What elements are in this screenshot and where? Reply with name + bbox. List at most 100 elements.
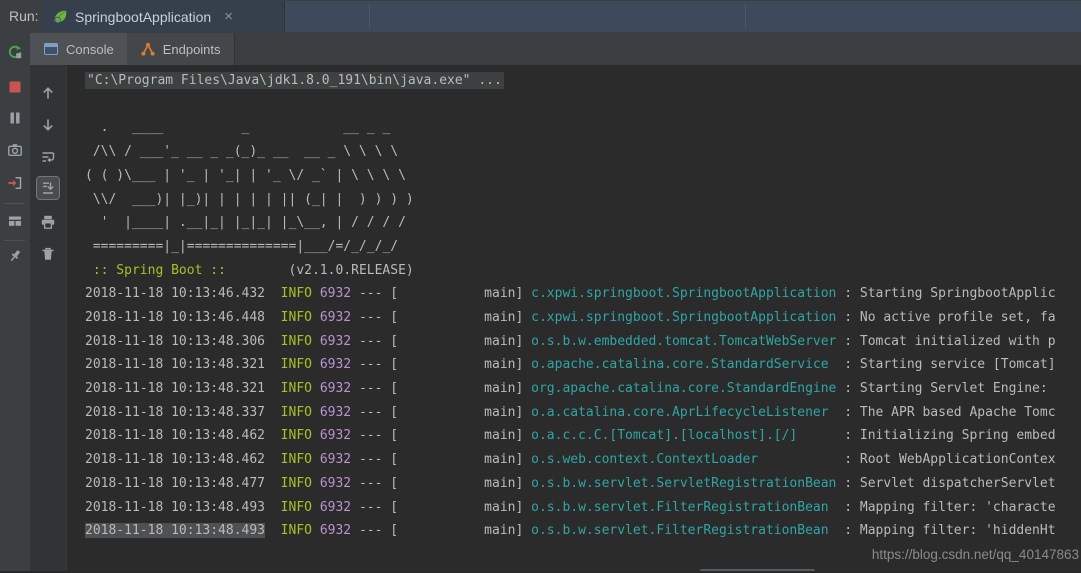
log-pid: 6932 <box>320 500 351 515</box>
log-thread: --- [ main] <box>351 381 531 396</box>
tab-bar-empty-area <box>285 1 1081 32</box>
console-pre: "C:\Program Files\Java\jdk1.8.0_191\bin\… <box>85 69 1081 282</box>
log-message: : Root WebApplicationContex <box>844 452 1055 467</box>
log-line: 2018-11-18 10:13:48.493 INFO 6932 --- [ … <box>85 496 1081 520</box>
view-tabs-bar: Console Endpoints <box>30 33 1081 65</box>
log-logger: o.a.c.c.C.[Tomcat].[localhost].[/] <box>531 428 844 443</box>
log-pid: 6932 <box>320 428 351 443</box>
log-timestamp: 2018-11-18 10:13:48.477 <box>85 476 265 491</box>
spring-banner-art: . ____ _ __ _ _ /\\ / ___'_ __ _ _(_)_ _… <box>85 120 414 254</box>
log-logger: o.s.b.w.servlet.FilterRegistrationBean <box>531 523 844 538</box>
log-line: 2018-11-18 10:13:48.493 INFO 6932 --- [ … <box>85 519 1081 543</box>
log-pid: 6932 <box>320 381 351 396</box>
tab-bar-separator <box>745 4 746 29</box>
log-logger: org.apache.catalina.core.StandardEngine <box>531 381 844 396</box>
log-level: INFO <box>281 405 312 420</box>
log-timestamp: 2018-11-18 10:13:48.462 <box>85 452 265 467</box>
log-level: INFO <box>281 452 312 467</box>
log-message: : Initializing Spring embed <box>844 428 1055 443</box>
console-icon <box>43 41 59 57</box>
log-level: INFO <box>281 428 312 443</box>
log-line: 2018-11-18 10:13:48.462 INFO 6932 --- [ … <box>85 424 1081 448</box>
tab-console-label: Console <box>66 42 114 57</box>
log-message: : Servlet dispatcherServlet <box>844 476 1055 491</box>
log-level: INFO <box>281 357 312 372</box>
pause-icon[interactable] <box>7 110 23 126</box>
log-message: : No active profile set, fa <box>844 310 1055 325</box>
log-line: 2018-11-18 10:13:48.321 INFO 6932 --- [ … <box>85 353 1081 377</box>
log-level: INFO <box>281 310 312 325</box>
log-thread: --- [ main] <box>351 357 531 372</box>
log-pid: 6932 <box>320 523 351 538</box>
log-thread: --- [ main] <box>351 523 531 538</box>
log-level: INFO <box>281 381 312 396</box>
log-level: INFO <box>281 286 312 301</box>
log-logger: o.s.web.context.ContextLoader <box>531 452 844 467</box>
stop-icon[interactable] <box>7 79 23 95</box>
log-message: : Tomcat initialized with p <box>844 334 1055 349</box>
log-pid: 6932 <box>320 334 351 349</box>
log-thread: --- [ main] <box>351 334 531 349</box>
log-pid: 6932 <box>320 452 351 467</box>
log-thread: --- [ main] <box>351 310 531 325</box>
console-output[interactable]: "C:\Program Files\Java\jdk1.8.0_191\bin\… <box>30 65 1081 573</box>
log-pid: 6932 <box>320 286 351 301</box>
log-thread: --- [ main] <box>351 286 531 301</box>
log-line: 2018-11-18 10:13:48.321 INFO 6932 --- [ … <box>85 377 1081 401</box>
log-logger: o.apache.catalina.core.StandardService <box>531 357 844 372</box>
log-message: : Mapping filter: 'characte <box>844 500 1055 515</box>
log-level: INFO <box>281 523 312 538</box>
log-message: : Starting service [Tomcat] <box>844 357 1055 372</box>
restore-layout-icon[interactable] <box>7 213 23 229</box>
log-level: INFO <box>281 476 312 491</box>
spring-boot-banner-label: :: Spring Boot :: <box>93 263 226 278</box>
log-line: 2018-11-18 10:13:48.462 INFO 6932 --- [ … <box>85 448 1081 472</box>
java-command-line: "C:\Program Files\Java\jdk1.8.0_191\bin\… <box>85 72 504 89</box>
log-message: : The APR based Apache Tomc <box>844 405 1055 420</box>
log-message: : Starting Servlet Engine: <box>844 381 1048 396</box>
log-thread: --- [ main] <box>351 405 531 420</box>
spring-boot-run-icon <box>52 9 68 25</box>
log-thread: --- [ main] <box>351 428 531 443</box>
rerun-icon[interactable] <box>7 44 23 60</box>
watermark-text: https://blog.csdn.net/qq_40147863 <box>872 547 1079 562</box>
run-toolbar <box>0 33 30 573</box>
log-logger: c.xpwi.springboot.SpringbootApplication <box>531 286 844 301</box>
log-message: : Starting SpringbootApplic <box>844 286 1055 301</box>
run-configuration-tab[interactable]: SpringbootApplication × <box>42 1 285 32</box>
log-line: 2018-11-18 10:13:46.432 INFO 6932 --- [ … <box>85 282 1081 306</box>
log-thread: --- [ main] <box>351 500 531 515</box>
tab-bar-separator <box>369 4 370 29</box>
log-line: 2018-11-18 10:13:48.306 INFO 6932 --- [ … <box>85 330 1081 354</box>
exit-icon[interactable] <box>7 175 23 191</box>
log-timestamp: 2018-11-18 10:13:48.321 <box>85 381 265 396</box>
log-thread: --- [ main] <box>351 476 531 491</box>
log-pid: 6932 <box>320 476 351 491</box>
log-logger: o.s.b.w.embedded.tomcat.TomcatWebServer <box>531 334 844 349</box>
run-label: Run: <box>9 0 39 33</box>
log-line: 2018-11-18 10:13:48.477 INFO 6932 --- [ … <box>85 472 1081 496</box>
tab-endpoints-label: Endpoints <box>163 42 221 57</box>
log-pid: 6932 <box>320 357 351 372</box>
log-line: 2018-11-18 10:13:46.448 INFO 6932 --- [ … <box>85 306 1081 330</box>
log-logger: o.a.catalina.core.AprLifecycleListener <box>531 405 844 420</box>
log-thread: --- [ main] <box>351 452 531 467</box>
pin-icon[interactable] <box>7 248 23 264</box>
log-logger: o.s.b.w.servlet.ServletRegistrationBean <box>531 476 844 491</box>
toolbar-separator <box>4 203 25 204</box>
tab-console[interactable]: Console <box>30 33 127 65</box>
close-icon[interactable]: × <box>224 9 233 24</box>
log-pid: 6932 <box>320 405 351 420</box>
log-timestamp: 2018-11-18 10:13:48.306 <box>85 334 265 349</box>
log-timestamp: 2018-11-18 10:13:48.337 <box>85 405 265 420</box>
log-message: : Mapping filter: 'hiddenHt <box>844 523 1055 538</box>
screenshot-camera-icon[interactable] <box>7 142 23 158</box>
log-timestamp: 2018-11-18 10:13:46.448 <box>85 310 265 325</box>
toolbar-separator <box>4 240 25 241</box>
log-timestamp: 2018-11-18 10:13:48.321 <box>85 357 265 372</box>
tab-endpoints[interactable]: Endpoints <box>127 33 234 65</box>
run-tool-window: Run: SpringbootApplication × <box>0 0 1081 573</box>
log-logger: c.xpwi.springboot.SpringbootApplication <box>531 310 844 325</box>
tabs-separator <box>234 33 235 65</box>
log-logger: o.s.b.w.servlet.FilterRegistrationBean <box>531 500 844 515</box>
